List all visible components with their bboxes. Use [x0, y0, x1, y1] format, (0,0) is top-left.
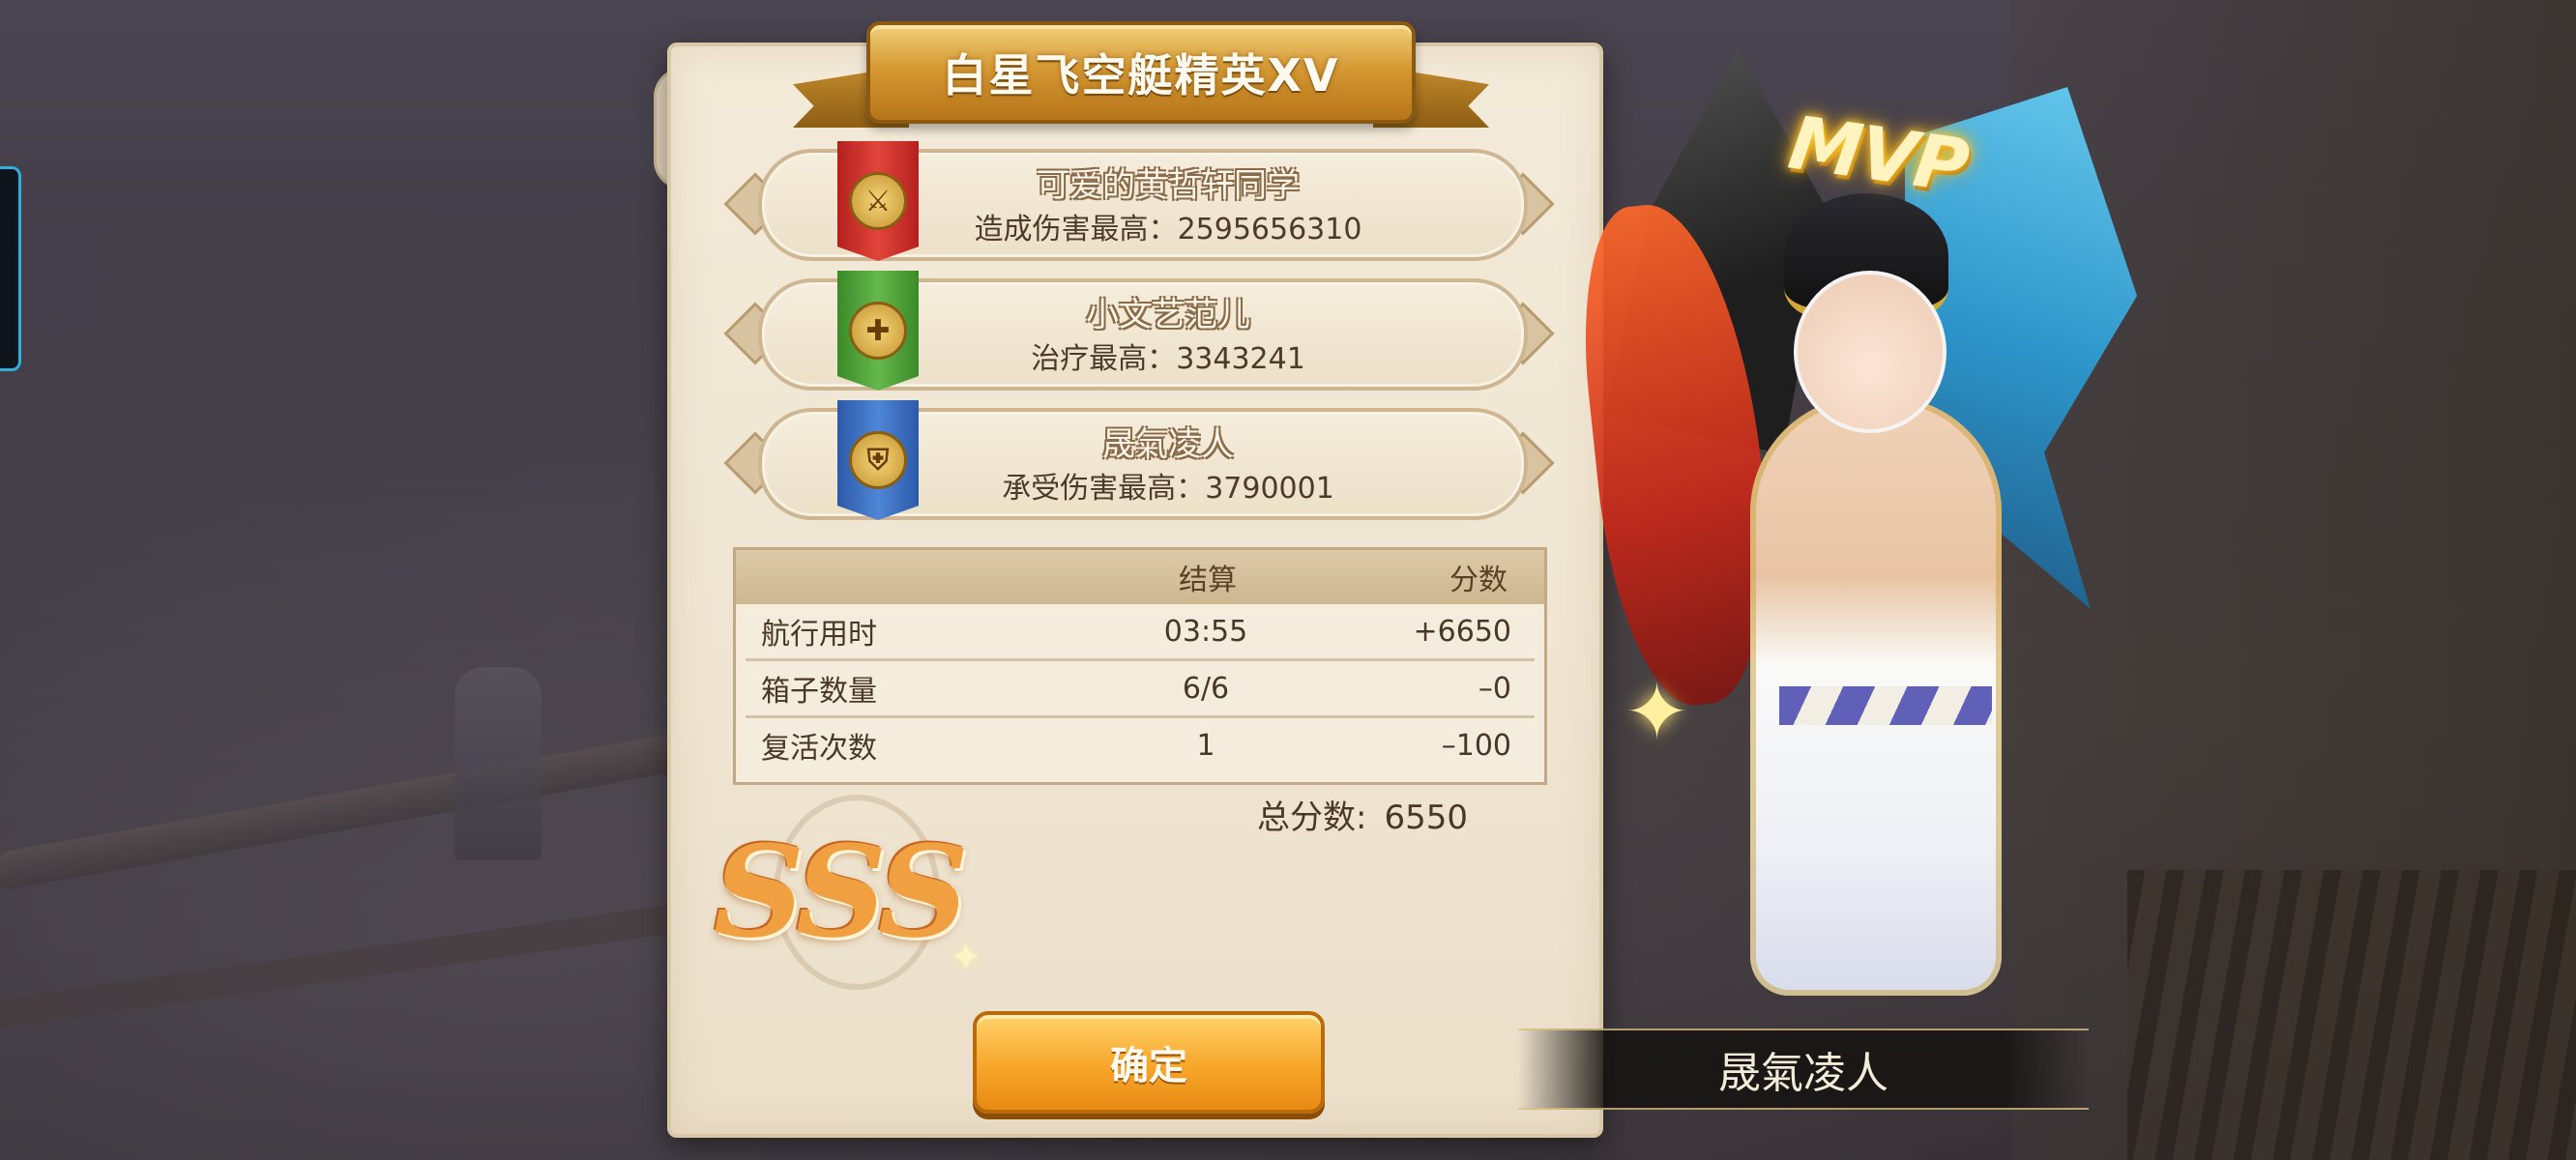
title-plate: 白星飞空艇精英XV	[866, 21, 1416, 124]
confirm-button[interactable]: 确定	[973, 1011, 1325, 1114]
crossed-swords-icon: ⚔	[849, 172, 907, 230]
total-score-label: 总分数:	[1257, 798, 1367, 837]
header-score: 分数	[1449, 564, 1508, 597]
dungeon-title: 白星飞空艇精英XV	[942, 49, 1340, 102]
mvp-name-plate: 晟氣凌人	[1518, 1029, 2089, 1110]
damage-banner: ⚔	[837, 141, 919, 261]
award-top-tank: ⛨ 晟氣凌人 承受伤害最高：3790001	[723, 400, 1555, 520]
character-skirt-pattern	[1779, 686, 1992, 725]
award-stat-label: 造成伤害最高：	[974, 213, 1178, 246]
row-result: 6/6	[1182, 671, 1230, 706]
shield-icon: ⛨	[849, 431, 907, 489]
tank-banner: ⛨	[837, 400, 919, 520]
total-score-value: 6550	[1384, 798, 1468, 837]
score-table-header: 结算 分数	[736, 550, 1544, 604]
sparkle-icon: ✦	[1625, 667, 1690, 757]
score-table: 结算 分数 航行用时 03:55 +6650 箱子数量 6/6 –0 复活次数 …	[733, 547, 1547, 785]
table-row: 航行用时 03:55 +6650	[746, 604, 1535, 661]
row-score: –100	[1441, 728, 1511, 763]
award-stat: 治疗最高：3343241	[917, 334, 1420, 377]
total-score: 总分数: 6550	[1257, 791, 1468, 838]
row-item: 箱子数量	[761, 675, 877, 709]
award-stat: 造成伤害最高：2595656310	[917, 205, 1420, 247]
award-stat-value: 3343241	[1176, 342, 1305, 376]
background-railing	[0, 733, 677, 891]
row-item: 复活次数	[761, 732, 877, 766]
side-tab[interactable]	[0, 166, 21, 371]
row-item: 航行用时	[761, 618, 877, 652]
award-top-damage: ⚔ 可爱的黄哲轩同学 造成伤害最高：2595656310	[723, 141, 1555, 261]
award-player-name: 可爱的黄哲轩同学	[1037, 166, 1300, 205]
title-banner: 白星飞空艇精英XV	[793, 19, 1489, 128]
table-row: 箱子数量 6/6 –0	[746, 661, 1535, 718]
row-score: –0	[1478, 671, 1511, 706]
character-head	[1794, 271, 1947, 433]
background-deck	[2127, 870, 2576, 1160]
game-screen: 白星飞空艇精英XV ⚔ 可爱的黄哲轩同学 造成伤害最高：2595656310 ✚…	[0, 0, 2576, 1160]
award-stat-value: 2595656310	[1177, 213, 1362, 246]
award-player-name: 晟氣凌人	[1102, 425, 1234, 464]
table-row: 复活次数 1 –100	[746, 718, 1535, 772]
award-stat-label: 承受伤害最高：	[1002, 472, 1206, 506]
award-top-healing: ✚ 小文艺范儿 治疗最高：3343241	[723, 271, 1555, 391]
award-stat: 承受伤害最高：3790001	[917, 464, 1420, 507]
mvp-character: MVP ✦	[1569, 29, 2185, 1063]
award-player-name: 小文艺范儿	[1086, 296, 1250, 334]
header-result: 结算	[1179, 564, 1237, 597]
healing-cross-icon: ✚	[849, 302, 907, 360]
grade-rating: SSS	[714, 818, 969, 966]
row-result: 1	[1196, 728, 1215, 763]
background-railing-lower	[0, 895, 735, 1029]
sparkle-icon: ✦	[950, 936, 982, 980]
award-stat-label: 治疗最高：	[1031, 342, 1177, 376]
background-post	[454, 667, 542, 860]
row-score: +6650	[1413, 614, 1511, 649]
healing-banner: ✚	[837, 271, 919, 391]
row-result: 03:55	[1163, 614, 1248, 649]
award-stat-value: 3790001	[1205, 472, 1334, 506]
